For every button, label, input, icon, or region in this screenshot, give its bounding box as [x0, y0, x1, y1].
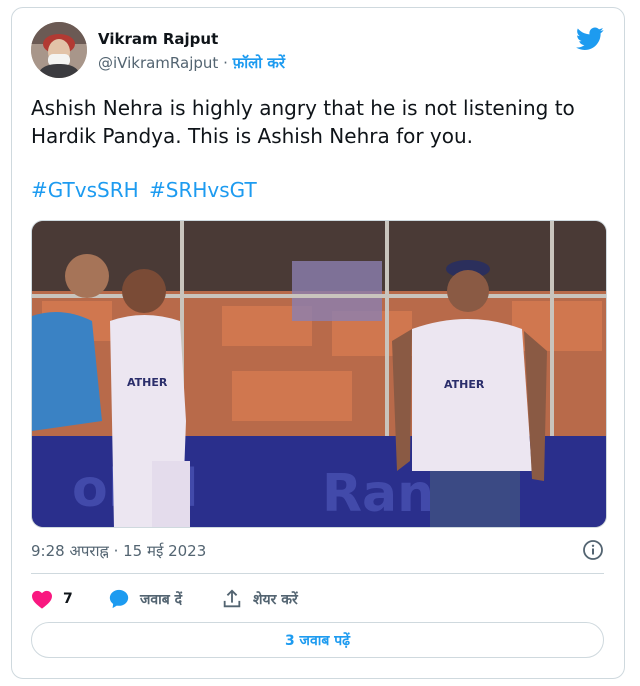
- tweet-date: 15 मई 2023: [123, 542, 207, 560]
- hashtag-link[interactable]: #SRHvsGT: [149, 178, 257, 202]
- jersey-text: ATHER: [444, 378, 485, 391]
- tweet-text-line: Ashish Nehra is highly angry that he is …: [31, 96, 575, 120]
- tweet-text: Ashish Nehra is highly angry that he is …: [31, 94, 611, 150]
- share-icon: [223, 589, 241, 608]
- tweet-photo[interactable]: obol Rand ATHER ATHER: [31, 220, 607, 528]
- reply-bubble-icon: [109, 589, 129, 609]
- hashtag-link[interactable]: #GTvsSRH: [31, 178, 139, 202]
- reply-button[interactable]: जवाब दें: [108, 586, 182, 612]
- tweet-timestamp[interactable]: 9:28 अपराह्न · 15 मई 2023: [31, 541, 206, 561]
- reply-label: जवाब दें: [140, 591, 183, 608]
- share-label: शेयर करें: [253, 591, 298, 608]
- read-replies-button[interactable]: 3 जवाब पढ़ें: [31, 622, 604, 658]
- heart-icon: [32, 590, 52, 609]
- author-handle-row: @iVikramRajput · फ़ॉलो करें: [98, 53, 285, 73]
- tweet-card: Vikram Rajput @iVikramRajput · फ़ॉलो करे…: [11, 7, 625, 679]
- handle-separator: ·: [223, 54, 228, 72]
- tweet-text-line: Hardik Pandya. This is Ashish Nehra for …: [31, 124, 474, 148]
- tweet-header: Vikram Rajput @iVikramRajput · फ़ॉलो करे…: [31, 22, 604, 78]
- like-count: 7: [63, 591, 73, 607]
- avatar[interactable]: [31, 22, 87, 78]
- hashtags: #GTvsSRH #SRHvsGT: [31, 178, 261, 202]
- like-button[interactable]: 7: [31, 586, 73, 612]
- jersey-text: ATHER: [127, 376, 168, 389]
- meta-separator: ·: [113, 542, 119, 560]
- tweet-time: 9:28 अपराह्न: [31, 542, 109, 560]
- share-button[interactable]: शेयर करें: [221, 586, 298, 612]
- info-icon[interactable]: [582, 539, 604, 561]
- author-name[interactable]: Vikram Rajput: [98, 30, 218, 48]
- author-handle[interactable]: @iVikramRajput: [98, 54, 218, 72]
- twitter-bird-icon[interactable]: [576, 27, 604, 51]
- divider: [31, 573, 604, 574]
- follow-button[interactable]: फ़ॉलो करें: [233, 54, 285, 72]
